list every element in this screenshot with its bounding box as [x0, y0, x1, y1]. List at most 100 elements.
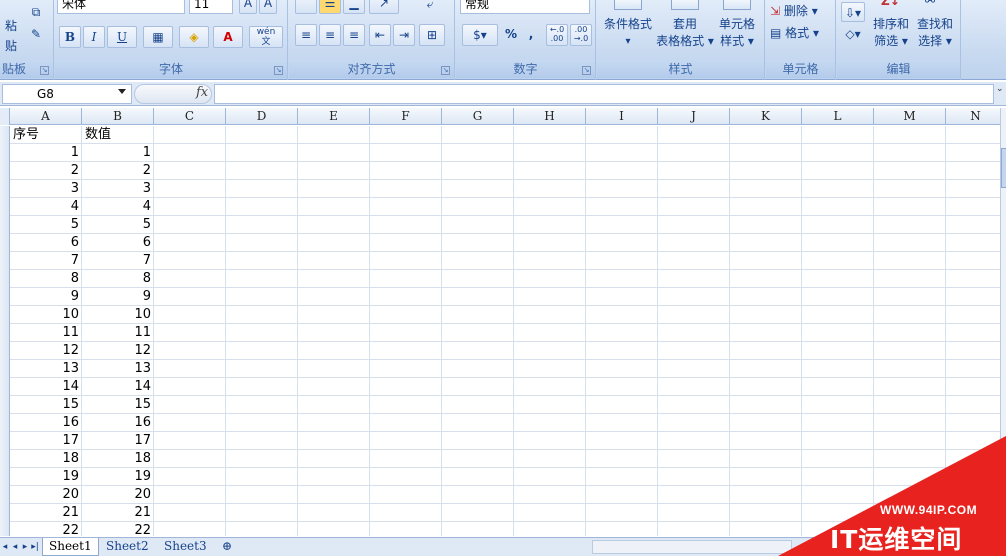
data-cell[interactable]: 9 — [82, 288, 154, 306]
data-cell[interactable]: 19 — [82, 468, 154, 486]
data-cell[interactable]: 10 — [82, 306, 154, 324]
column-header-m[interactable]: M — [874, 108, 946, 125]
column-header-l[interactable]: L — [802, 108, 874, 125]
data-cell[interactable]: 20 — [82, 486, 154, 504]
data-cell[interactable]: 3 — [82, 180, 154, 198]
increase-decimal-button[interactable]: ←.0 .00 — [546, 24, 568, 46]
column-header-c[interactable]: C — [154, 108, 226, 125]
alignment-launcher-icon[interactable]: ↘ — [441, 66, 450, 75]
cell-styles-button[interactable]: 单元格 样式 ▾ — [713, 0, 761, 56]
data-cell[interactable]: 20 — [10, 486, 82, 504]
align-left-icon[interactable]: ≡ — [295, 24, 317, 46]
clear-icon[interactable]: ◇▾ — [841, 24, 865, 44]
italic-button[interactable]: I — [83, 26, 105, 48]
header-cell[interactable]: 数值 — [82, 126, 154, 144]
column-header-d[interactable]: D — [226, 108, 298, 125]
decrease-decimal-button[interactable]: .00 →.0 — [570, 24, 592, 46]
percent-button[interactable]: % — [500, 24, 522, 46]
align-middle-icon[interactable]: ☰ — [319, 0, 341, 14]
last-sheet-icon[interactable]: ▸| — [30, 540, 40, 554]
data-cell[interactable]: 18 — [82, 450, 154, 468]
data-cell[interactable]: 11 — [10, 324, 82, 342]
data-cell[interactable]: 7 — [82, 252, 154, 270]
horizontal-scrollbar[interactable] — [592, 540, 792, 554]
name-box-dropdown-icon[interactable] — [118, 89, 126, 94]
column-header-e[interactable]: E — [298, 108, 370, 125]
insert-sheet-icon[interactable]: ⊕ — [216, 538, 238, 556]
data-cell[interactable]: 18 — [10, 450, 82, 468]
column-header-n[interactable]: N — [946, 108, 1000, 125]
decrease-indent-icon[interactable]: ⇤ — [369, 24, 391, 46]
data-cell[interactable]: 21 — [82, 504, 154, 522]
format-cells-button[interactable]: ▤ 格式 ▾ — [770, 24, 832, 42]
bold-button[interactable]: B — [59, 26, 81, 48]
data-cell[interactable]: 16 — [82, 414, 154, 432]
fill-color-icon[interactable]: ◈ — [179, 26, 209, 48]
underline-button[interactable]: U — [107, 26, 137, 48]
column-header-i[interactable]: I — [586, 108, 658, 125]
column-header-g[interactable]: G — [442, 108, 514, 125]
data-cell[interactable]: 10 — [10, 306, 82, 324]
clipboard-launcher-icon[interactable]: ↘ — [40, 66, 49, 75]
column-header-k[interactable]: K — [730, 108, 802, 125]
data-cell[interactable]: 5 — [82, 216, 154, 234]
border-icon[interactable]: ▦ — [143, 26, 173, 48]
font-launcher-icon[interactable]: ↘ — [274, 66, 283, 75]
data-cell[interactable]: 15 — [10, 396, 82, 414]
data-cell[interactable]: 6 — [82, 234, 154, 252]
delete-cells-button[interactable]: ⇲ 删除 ▾ — [770, 2, 832, 20]
column-header-f[interactable]: F — [370, 108, 442, 125]
conditional-format-button[interactable]: 条件格式 ▾ — [599, 0, 657, 56]
data-cell[interactable]: 21 — [10, 504, 82, 522]
formula-input[interactable] — [214, 84, 994, 104]
data-cell[interactable]: 8 — [82, 270, 154, 288]
data-cell[interactable]: 13 — [82, 360, 154, 378]
font-size-select[interactable]: 11 — [189, 0, 233, 14]
currency-icon[interactable]: $▾ — [462, 24, 498, 46]
font-color-button[interactable]: A — [213, 26, 243, 48]
data-cell[interactable]: 5 — [10, 216, 82, 234]
data-cell[interactable]: 1 — [10, 144, 82, 162]
data-cell[interactable]: 7 — [10, 252, 82, 270]
data-cell[interactable]: 13 — [10, 360, 82, 378]
number-launcher-icon[interactable]: ↘ — [582, 66, 591, 75]
data-cell[interactable]: 22 — [82, 522, 154, 536]
align-bottom-icon[interactable]: ▁ — [343, 0, 365, 14]
orientation-icon[interactable]: ↗ — [369, 0, 399, 14]
column-header-h[interactable]: H — [514, 108, 586, 125]
copy-icon[interactable]: ⧉ — [26, 2, 46, 24]
column-header-a[interactable]: A — [10, 108, 82, 125]
align-right-icon[interactable]: ≡ — [343, 24, 365, 46]
sheet-tab-sheet3[interactable]: Sheet3 — [158, 538, 213, 556]
prev-sheet-icon[interactable]: ◂ — [10, 540, 20, 554]
data-cell[interactable]: 11 — [82, 324, 154, 342]
phonetic-guide-button[interactable]: wén 文 — [249, 26, 283, 48]
column-header-j[interactable]: J — [658, 108, 730, 125]
data-cell[interactable]: 4 — [10, 198, 82, 216]
paste-button[interactable]: 粘贴 — [0, 16, 22, 53]
grow-font-icon[interactable]: A — [239, 0, 257, 14]
increase-indent-icon[interactable]: ⇥ — [393, 24, 415, 46]
header-cell[interactable]: 序号 — [10, 126, 82, 144]
sort-filter-button[interactable]: Z↓ 排序和 筛选 ▾ — [869, 0, 913, 56]
data-cell[interactable]: 14 — [82, 378, 154, 396]
shrink-font-icon[interactable]: A — [259, 0, 277, 14]
data-cell[interactable]: 14 — [10, 378, 82, 396]
fill-icon[interactable]: ⇩▾ — [841, 2, 865, 22]
sheet-tab-sheet1[interactable]: Sheet1 — [42, 538, 99, 556]
expand-formula-bar-icon[interactable]: ⌄ — [996, 84, 1006, 104]
comma-button[interactable]: , — [522, 24, 540, 46]
wrap-text-icon[interactable]: ⤶ — [419, 0, 441, 16]
data-cell[interactable]: 8 — [10, 270, 82, 288]
data-cell[interactable]: 9 — [10, 288, 82, 306]
data-cell[interactable]: 19 — [10, 468, 82, 486]
next-sheet-icon[interactable]: ▸ — [20, 540, 30, 554]
data-cell[interactable]: 22 — [10, 522, 82, 536]
data-cell[interactable]: 17 — [82, 432, 154, 450]
data-cell[interactable]: 15 — [82, 396, 154, 414]
name-box[interactable]: G8 — [2, 84, 132, 104]
data-cell[interactable]: 2 — [10, 162, 82, 180]
first-sheet-icon[interactable]: ◂ — [0, 540, 10, 554]
sheet-tab-sheet2[interactable]: Sheet2 — [100, 538, 155, 556]
data-cell[interactable]: 12 — [10, 342, 82, 360]
